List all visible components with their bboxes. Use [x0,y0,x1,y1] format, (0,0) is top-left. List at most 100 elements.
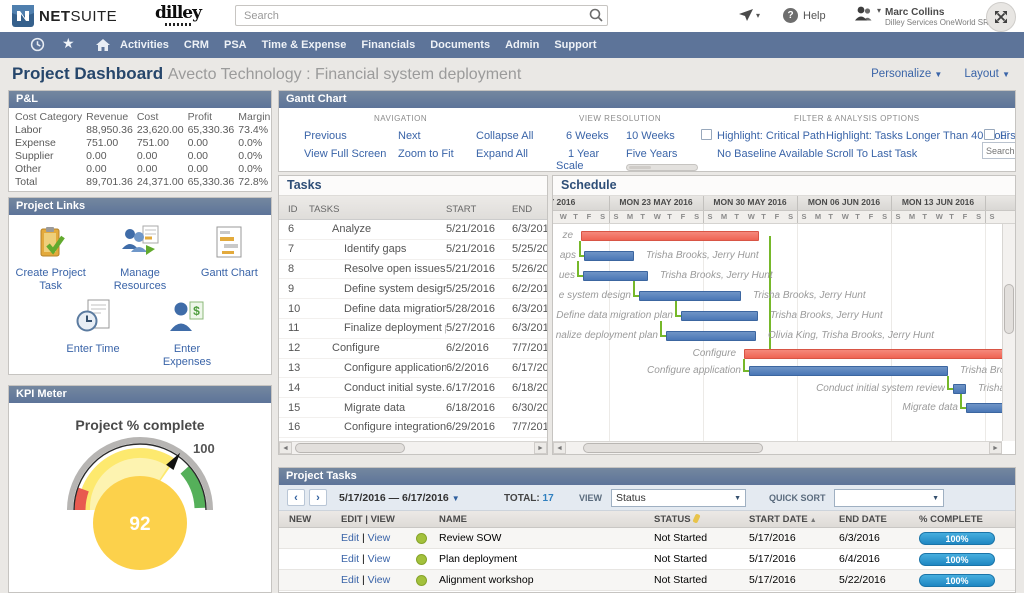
view-link[interactable]: View [368,574,391,586]
task-row[interactable]: 6 Analyze 5/21/2016 6/3/2016 [279,220,547,240]
gantt-10-weeks-link[interactable]: 10 Weeks [626,130,675,142]
start-date-header[interactable]: START DATE ▲ [749,514,839,525]
gantt-bar[interactable] [681,311,758,321]
nav-item-financials[interactable]: Financials [361,39,415,51]
link-manage-resources[interactable]: Manage Resources [104,225,175,293]
critical-path-checkbox[interactable] [701,129,712,140]
clipboard-check-icon [40,227,65,257]
gantt-bar[interactable] [583,271,648,281]
task-row[interactable]: 16 Configure integrations6/29/2016 7/7/201… [279,418,547,438]
task-row[interactable]: 7 Identify gaps 5/21/2016 5/25/2016 [279,240,547,260]
scroll-right-arrow[interactable]: ► [534,442,547,454]
task-row[interactable]: 13 Configure application6/2/2016 6/17/2016 [279,359,547,379]
quick-sort-select[interactable]: ▼ [834,489,944,507]
edit-link[interactable]: Edit [341,532,359,544]
task-row[interactable]: 8 Resolve open issues5/21/2016 5/26/2016 [279,260,547,280]
favorites-icon[interactable]: ★ [62,35,75,52]
gantt-6-weeks-link[interactable]: 6 Weeks [566,130,609,142]
nav-item-psa[interactable]: PSA [224,39,247,51]
chevron-down-icon: ▼ [932,495,939,502]
nav-item-support[interactable]: Support [554,39,596,51]
nav-item-documents[interactable]: Documents [430,39,490,51]
nav-item-crm[interactable]: CRM [184,39,209,51]
schedule-vertical-scrollbar[interactable] [1002,224,1015,441]
link-create-project-task[interactable]: Create Project Task [15,225,86,293]
prev-page-button[interactable]: ‹ [287,489,305,506]
highlight-critical-path-link[interactable]: Highlight: Critical Path [717,130,825,142]
gantt-chart-area[interactable]: ze aps Trisha Brooks, Jerry Hunt ues Trisha … [553,224,1004,443]
status-header[interactable]: STATUS [654,514,749,525]
scroll-thumb[interactable] [295,443,405,453]
gantt-assignees: Trisha Bro [960,365,1004,376]
project-tasks-column-headers: NEW EDIT | VIEW NAME STATUS START DATE ▲ … [279,511,1015,528]
scroll-thumb[interactable] [583,443,763,453]
edit-link[interactable]: Edit [341,574,359,586]
link-gantt-chart[interactable]: Gantt Chart [194,225,265,293]
gantt-bar[interactable] [666,331,756,341]
history-icon[interactable] [30,37,45,57]
gantt-1-year-link[interactable]: 1 Year [568,148,599,160]
day-letter: T [855,212,860,221]
gantt-next-link[interactable]: Next [398,130,421,142]
next-page-button[interactable]: › [309,489,327,506]
gantt-previous-link[interactable]: Previous [304,130,347,142]
week-divider [609,211,610,223]
gantt-bar[interactable] [639,291,741,301]
help-button[interactable]: ? Help [783,8,826,23]
gantt-bar[interactable] [953,384,966,394]
scroll-left-arrow[interactable]: ◄ [279,442,292,454]
gantt-view-full-screen-link[interactable]: View Full Screen [304,148,386,160]
scroll-to-last-task-link[interactable]: Scroll To Last Task [826,148,917,160]
gantt-expand-all-link[interactable]: Expand All [476,148,528,160]
edit-link[interactable]: Edit [341,553,359,565]
tasks-horizontal-scrollbar[interactable]: ◄ ► [279,441,547,454]
schedule-horizontal-scrollbar[interactable]: ◄ ► [553,441,1002,454]
task-row[interactable]: 14 Conduct initial syste... 6/17/2016 6/18/… [279,378,547,399]
nav-item-activities[interactable]: Activities [120,39,169,51]
layout-button[interactable]: Layout ▼ [964,68,1010,80]
link-enter-expenses[interactable]: $ Enter Expenses [149,299,225,369]
task-name: Analyze [332,223,372,236]
gantt-filter-search-input[interactable] [982,142,1015,159]
people-icon [121,225,159,255]
link-enter-time[interactable]: Enter Time [55,299,131,369]
gantt-bar[interactable] [966,403,1004,413]
scroll-left-arrow[interactable]: ◄ [553,442,566,454]
task-row[interactable]: 12 Configure 6/2/2016 7/7/2016 [279,339,547,359]
search-icon[interactable] [589,8,603,27]
task-id: 13 [288,361,301,374]
gantt-collapse-all-link[interactable]: Collapse All [476,130,533,142]
task-row[interactable]: 10 Define data migration...5/28/2016 6/3/2… [279,299,547,319]
personalize-button[interactable]: Personalize ▼ [871,68,942,80]
gantt-five-years-link[interactable]: Five Years [626,148,677,160]
scroll-right-arrow[interactable]: ► [989,442,1002,454]
date-range-selector[interactable]: 5/17/2016 — 6/17/2016 ▼ [339,492,460,504]
filter-checkbox[interactable] [984,129,995,140]
gantt-bar[interactable] [584,251,634,261]
global-search-input[interactable] [235,5,608,26]
gantt-bar[interactable] [744,349,1004,359]
task-row[interactable]: 11 Finalize deployment p...5/27/2016 6/3/2… [279,319,547,339]
status-dot-cell [404,532,439,544]
green-dot-icon [416,574,427,586]
gantt-zoom-to-fit-link[interactable]: Zoom to Fit [398,148,454,160]
task-row[interactable]: 15 Migrate data 6/18/2016 6/30/2016 [279,398,547,418]
task-row[interactable]: 9 Define system design5/25/2016 6/2/2016 [279,279,547,300]
view-link[interactable]: View [368,553,391,565]
expand-button[interactable] [986,2,1016,32]
scroll-thumb[interactable] [1004,284,1014,334]
chevron-down-icon: ▼ [451,494,460,503]
gantt-bar[interactable] [581,231,759,241]
task-start: 5/28/2016 [446,302,495,315]
view-select[interactable]: Status ▼ [611,489,746,507]
netsuite-logo[interactable]: NETSUITE [12,5,117,27]
nav-item-admin[interactable]: Admin [505,39,539,51]
scale-slider[interactable] [626,164,698,171]
view-link[interactable]: View [368,532,391,544]
scale-slider-thumb[interactable] [629,166,651,169]
user-menu[interactable]: ▾ Marc Collins Dilley Services OneWorld … [853,6,1005,28]
home-icon[interactable] [95,38,111,57]
notifications-button[interactable]: ▾ [738,8,760,22]
nav-item-time-expense[interactable]: Time & Expense [262,39,347,51]
gantt-bar[interactable] [749,366,948,376]
